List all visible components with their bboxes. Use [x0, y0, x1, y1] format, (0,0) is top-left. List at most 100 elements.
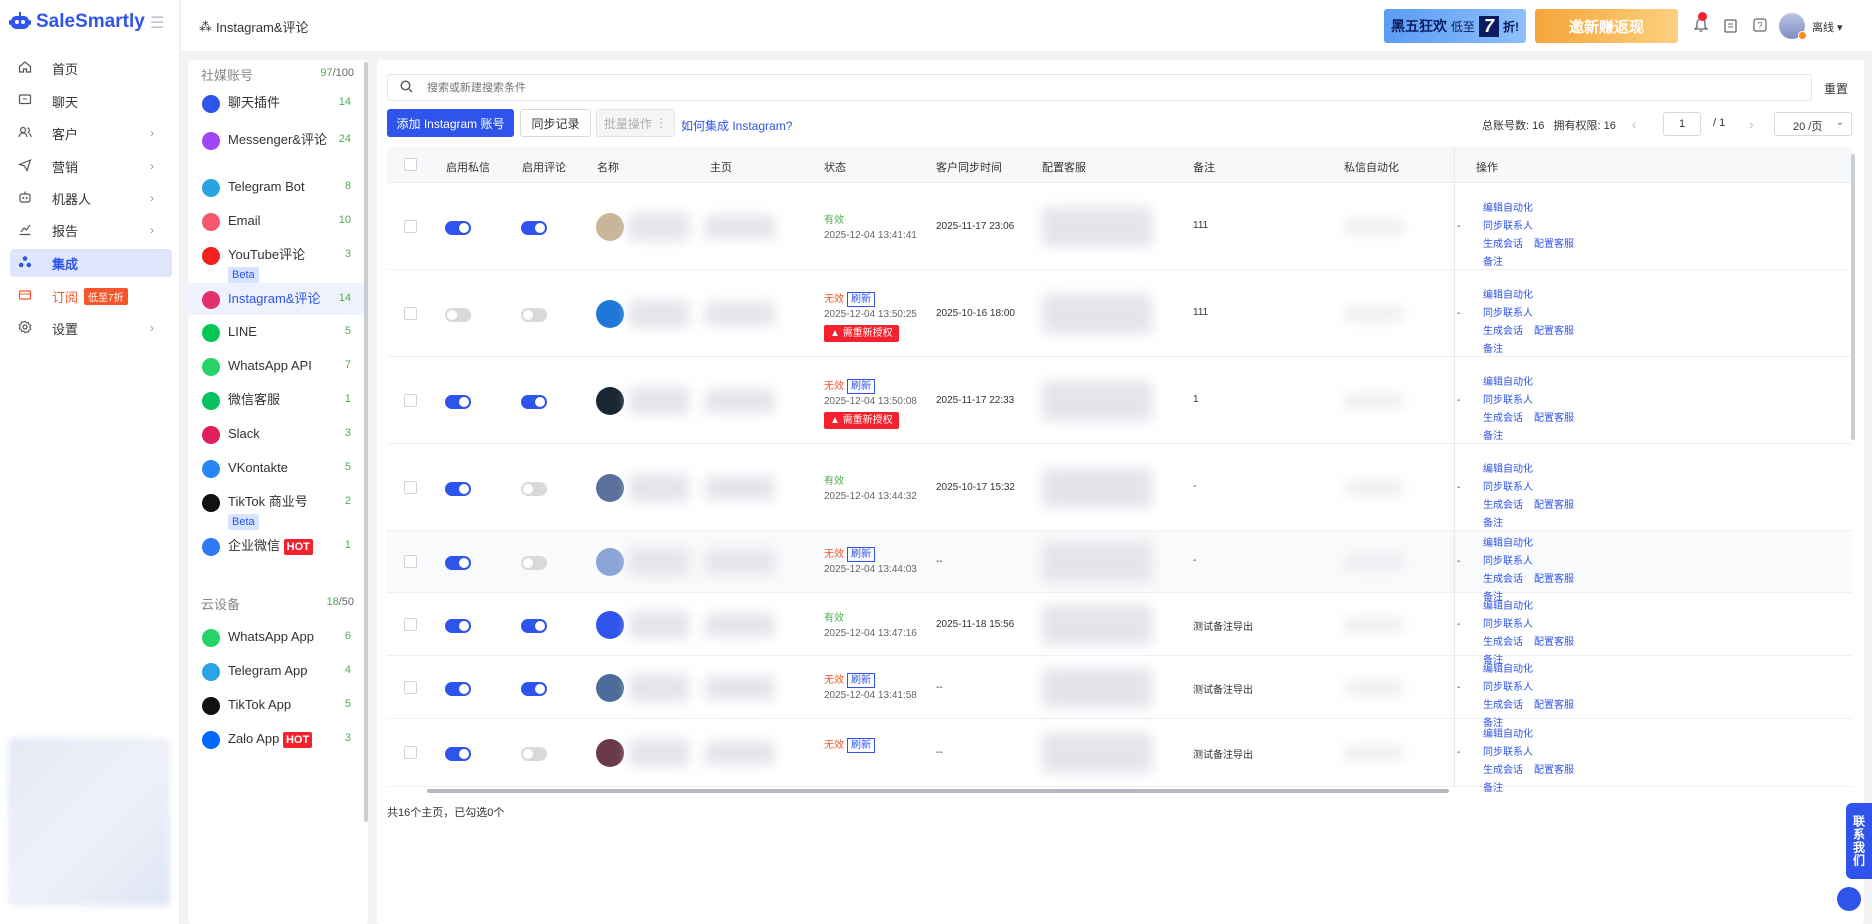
action-link[interactable]: 编辑自动化: [1483, 598, 1533, 616]
channel-item[interactable]: TikTok App 5: [188, 689, 368, 721]
channel-item[interactable]: Messenger&评论 24: [188, 124, 368, 156]
action-link[interactable]: 配置客服: [1534, 762, 1574, 780]
private-message-toggle[interactable]: [445, 394, 471, 409]
comment-toggle[interactable]: [521, 618, 547, 633]
add-instagram-account-button[interactable]: 添加 Instagram 账号: [387, 109, 514, 137]
horizontal-scrollbar[interactable]: [427, 789, 1449, 793]
comment-toggle[interactable]: [521, 394, 547, 409]
search-bar[interactable]: [387, 74, 1812, 101]
action-link[interactable]: 备注: [1483, 254, 1503, 272]
channel-item[interactable]: Email 10: [188, 205, 368, 237]
action-link[interactable]: 配置客服: [1534, 634, 1574, 652]
action-link[interactable]: 配置客服: [1534, 410, 1574, 428]
channel-item[interactable]: 微信客服 1: [188, 384, 368, 416]
action-link[interactable]: 生成会话: [1483, 634, 1523, 652]
action-link[interactable]: 编辑自动化: [1483, 661, 1533, 679]
action-link[interactable]: 生成会话: [1483, 497, 1523, 515]
page-number-input[interactable]: 1: [1663, 112, 1701, 136]
action-link[interactable]: 同步联系人: [1483, 218, 1533, 236]
action-link[interactable]: 编辑自动化: [1483, 726, 1533, 744]
nav-item-chat[interactable]: 聊天: [10, 87, 172, 115]
logo[interactable]: SaleSmartly: [8, 8, 145, 36]
refresh-button[interactable]: 刷新: [847, 738, 875, 753]
page-size-select[interactable]: 20 /页 ⌄: [1774, 112, 1852, 136]
reset-button[interactable]: 重置: [1824, 80, 1848, 97]
next-page-icon[interactable]: ›: [1749, 116, 1754, 132]
action-link[interactable]: 生成会话: [1483, 697, 1523, 715]
row-checkbox[interactable]: [404, 480, 417, 494]
help-icon[interactable]: ?: [1753, 18, 1767, 35]
action-link[interactable]: 生成会话: [1483, 323, 1523, 341]
row-checkbox[interactable]: [404, 219, 417, 233]
comment-toggle[interactable]: [521, 481, 547, 496]
comment-toggle[interactable]: [521, 220, 547, 235]
action-link[interactable]: 同步联系人: [1483, 616, 1533, 634]
row-checkbox[interactable]: [404, 393, 417, 407]
action-link[interactable]: 编辑自动化: [1483, 200, 1533, 218]
action-link[interactable]: 编辑自动化: [1483, 461, 1533, 479]
channel-item[interactable]: Instagram&评论 14: [188, 283, 368, 315]
nav-item-robot[interactable]: 机器人 ›: [10, 184, 172, 212]
private-message-toggle[interactable]: [445, 481, 471, 496]
user-status[interactable]: 离线 ▾: [1812, 19, 1843, 35]
action-link[interactable]: 配置客服: [1534, 236, 1574, 254]
channel-item[interactable]: LINE 5: [188, 316, 368, 348]
row-checkbox[interactable]: [404, 680, 417, 694]
comment-toggle[interactable]: [521, 556, 547, 570]
row-checkbox[interactable]: [404, 555, 417, 568]
chat-bubble-icon[interactable]: [1837, 887, 1861, 911]
nav-item-card[interactable]: 订阅 低至7折: [10, 282, 172, 310]
action-link[interactable]: 生成会话: [1483, 762, 1523, 780]
comment-toggle[interactable]: [521, 307, 547, 322]
private-message-toggle[interactable]: [445, 681, 471, 696]
row-checkbox[interactable]: [404, 617, 417, 631]
channel-item[interactable]: WhatsApp App 6: [188, 621, 368, 653]
nav-item-users[interactable]: 客户 ›: [10, 119, 172, 147]
refresh-button[interactable]: 刷新: [847, 291, 875, 307]
refresh-button[interactable]: 刷新: [847, 547, 875, 562]
private-message-toggle[interactable]: [445, 747, 471, 761]
menu-toggle-icon[interactable]: ☰: [150, 13, 164, 33]
channel-item[interactable]: 聊天插件 14: [188, 87, 368, 119]
action-link[interactable]: 备注: [1483, 428, 1503, 446]
black-friday-banner[interactable]: 黑五狂欢 低至 7 折!: [1384, 9, 1526, 43]
action-link[interactable]: 同步联系人: [1483, 679, 1533, 697]
action-link[interactable]: 同步联系人: [1483, 479, 1533, 497]
clipboard-icon[interactable]: [1724, 18, 1737, 36]
refresh-button[interactable]: 刷新: [847, 378, 875, 394]
channel-item[interactable]: YouTube评论 Beta 3: [188, 239, 368, 283]
nav-item-integration[interactable]: 集成: [10, 249, 172, 277]
private-message-toggle[interactable]: [445, 220, 471, 235]
search-input[interactable]: [427, 81, 1727, 94]
action-link[interactable]: 配置客服: [1534, 323, 1574, 341]
nav-item-gear[interactable]: 设置 ›: [10, 314, 172, 342]
select-all-checkbox[interactable]: [404, 158, 417, 171]
action-link[interactable]: 备注: [1483, 780, 1503, 798]
how-to-integrate-link[interactable]: 如何集成 Instagram?: [681, 117, 792, 134]
channel-item[interactable]: Telegram App 4: [188, 655, 368, 687]
nav-item-chart[interactable]: 报告 ›: [10, 216, 172, 244]
action-link[interactable]: 编辑自动化: [1483, 535, 1533, 553]
channel-item[interactable]: Telegram Bot 8: [188, 171, 368, 203]
prev-page-icon[interactable]: ‹: [1632, 116, 1637, 132]
channel-item[interactable]: VKontakte 5: [188, 452, 368, 484]
action-link[interactable]: 配置客服: [1534, 497, 1574, 515]
panel-scrollbar[interactable]: [364, 62, 368, 822]
channel-item[interactable]: 企业微信 HOT 1: [188, 530, 368, 562]
reauthorize-button[interactable]: ▲ 需重新授权: [824, 411, 899, 429]
channel-item[interactable]: TikTok 商业号 Beta 2: [188, 486, 368, 530]
channel-item[interactable]: Slack 3: [188, 418, 368, 450]
action-link[interactable]: 生成会话: [1483, 571, 1523, 589]
sync-records-button[interactable]: 同步记录: [520, 109, 591, 137]
comment-toggle[interactable]: [521, 747, 547, 761]
nav-item-home[interactable]: 首页: [10, 54, 172, 82]
action-link[interactable]: 同步联系人: [1483, 305, 1533, 323]
action-link[interactable]: 同步联系人: [1483, 553, 1533, 571]
invite-cashback-banner[interactable]: 邀新赚返现: [1535, 9, 1678, 43]
row-checkbox[interactable]: [404, 746, 417, 759]
action-link[interactable]: 生成会话: [1483, 410, 1523, 428]
private-message-toggle[interactable]: [445, 307, 471, 322]
private-message-toggle[interactable]: [445, 618, 471, 633]
action-link[interactable]: 编辑自动化: [1483, 287, 1533, 305]
action-link[interactable]: 配置客服: [1534, 697, 1574, 715]
